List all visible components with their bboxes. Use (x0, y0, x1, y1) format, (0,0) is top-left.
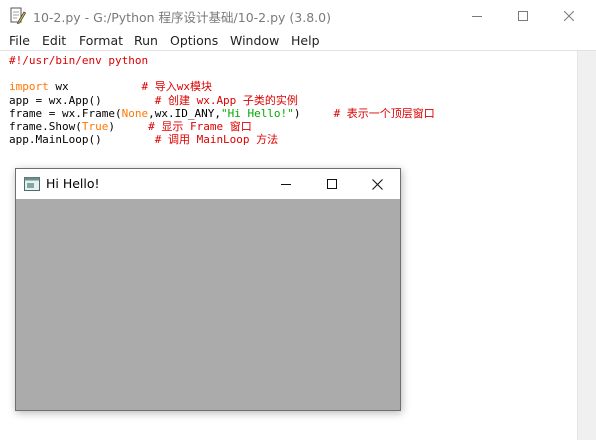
code-line[interactable]: app.MainLoop() # 调用 MainLoop 方法 (9, 133, 435, 146)
frame-title: Hi Hello! (46, 176, 100, 191)
frame-title-bar[interactable]: Hi Hello! (16, 169, 400, 199)
frame-client-area[interactable] (16, 199, 400, 410)
minimize-button[interactable] (454, 0, 500, 31)
code-keyword: import (9, 80, 49, 94)
window-title: 10-2.py - G:/Python 程序设计基础/10-2.py (3.8.… (33, 10, 331, 25)
code-token: app.MainLoop() (9, 133, 155, 147)
code-token: app = wx.App() (9, 93, 155, 107)
hello-frame-window[interactable]: Hi Hello! (15, 168, 401, 411)
code-comment: # 导入wx模块 (141, 80, 212, 94)
frame-maximize-button[interactable] (309, 169, 355, 199)
code-string: "Hi Hello!" (220, 106, 294, 120)
python-idle-icon (10, 7, 26, 24)
menu-bar: File Edit Format Run Options Window Help (0, 31, 596, 50)
code-token: ) (108, 119, 149, 133)
close-button[interactable] (546, 0, 592, 31)
code-line[interactable]: frame.Show(True) # 显示 Frame 窗口 (9, 120, 435, 133)
idle-title-bar[interactable]: 10-2.py - G:/Python 程序设计基础/10-2.py (3.8.… (0, 0, 596, 31)
close-icon (371, 178, 383, 190)
menu-file[interactable]: File (9, 33, 30, 48)
menu-window[interactable]: Window (230, 33, 279, 48)
menu-help[interactable]: Help (291, 33, 320, 48)
code-token: frame.Show( (9, 119, 82, 133)
code-line[interactable]: app = wx.App() # 创建 wx.App 子类的实例 (9, 94, 435, 107)
maximize-button[interactable] (500, 0, 546, 31)
close-icon (564, 10, 574, 21)
code-token: wx (48, 80, 142, 94)
code-token: ,wx.ID_ANY, (148, 106, 221, 120)
frame-close-button[interactable] (354, 169, 400, 199)
minimize-icon (472, 15, 482, 17)
menu-format[interactable]: Format (79, 33, 123, 48)
code-comment: # 创建 wx.App 子类的实例 (154, 93, 298, 107)
code-keyword: True (81, 119, 109, 133)
code-line[interactable]: #!/usr/bin/env python (9, 54, 435, 67)
code-token: frame = wx.Frame( (9, 106, 122, 120)
frame-minimize-button[interactable] (263, 169, 309, 199)
maximize-icon (518, 10, 528, 21)
code-comment: # 调用 MainLoop 方法 (154, 133, 279, 147)
menu-options[interactable]: Options (170, 33, 218, 48)
wx-frame-icon (24, 177, 40, 191)
code-comment: # 显示 Frame 窗口 (148, 119, 252, 133)
menu-edit[interactable]: Edit (42, 33, 66, 48)
code-token: ) (293, 106, 334, 120)
minimize-icon (281, 184, 291, 185)
maximize-icon (327, 179, 337, 189)
menu-run[interactable]: Run (134, 33, 158, 48)
code-line[interactable] (9, 67, 435, 80)
code-text[interactable]: #!/usr/bin/env python import wx # 导入wx模块… (9, 54, 435, 146)
code-line[interactable]: frame = wx.Frame(None,wx.ID_ANY,"Hi Hell… (9, 107, 435, 120)
vertical-scrollbar[interactable] (577, 51, 596, 440)
code-line[interactable]: import wx # 导入wx模块 (9, 80, 435, 93)
code-comment: #!/usr/bin/env python (9, 54, 149, 67)
code-keyword: None (121, 106, 149, 120)
code-comment: # 表示一个顶层窗口 (333, 106, 435, 120)
